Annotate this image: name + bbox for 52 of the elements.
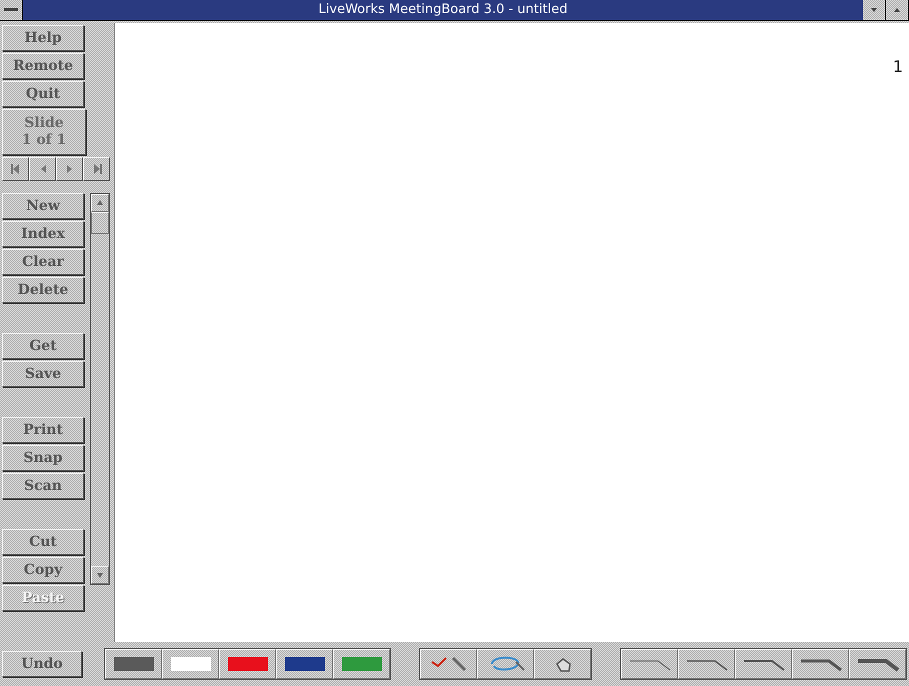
maximize-button[interactable]: [886, 0, 909, 20]
line-width-icon: [856, 656, 900, 672]
scroll-thumb[interactable]: [91, 212, 109, 234]
left-arrow-icon: [10, 162, 22, 176]
toolbar-button[interactable]: Delete: [2, 277, 84, 303]
toolbar-button[interactable]: Print: [2, 417, 84, 443]
down-arrow-icon: [96, 571, 104, 579]
up-arrow-icon: [96, 199, 104, 207]
color-button[interactable]: [105, 649, 162, 679]
slide-label: Slide: [24, 115, 64, 132]
toolbar-button[interactable]: Scan: [2, 473, 84, 499]
toolbar-button[interactable]: Clear: [2, 249, 84, 275]
color-button[interactable]: [276, 649, 333, 679]
toolbar-button[interactable]: Remote: [2, 53, 84, 79]
window-title: LiveWorks MeetingBoard 3.0 - untitled: [318, 1, 568, 19]
scroll-down-button[interactable]: [91, 566, 109, 584]
undo-button[interactable]: Undo: [2, 651, 82, 677]
tool-button[interactable]: [534, 649, 591, 679]
whiteboard-canvas[interactable]: 1: [114, 23, 909, 642]
page-number: 1: [892, 57, 903, 76]
up-arrow-icon: [892, 6, 902, 14]
scrollbar[interactable]: [90, 193, 110, 585]
minimize-button[interactable]: [863, 0, 886, 20]
slide-nav-button[interactable]: [56, 157, 83, 181]
toolbar-button[interactable]: Help: [2, 25, 84, 51]
slide-position: 1 of 1: [22, 132, 66, 149]
color-button[interactable]: [162, 649, 219, 679]
pen-icon: [428, 654, 468, 674]
toolbar-button[interactable]: Cut: [2, 529, 84, 555]
line-width-button[interactable]: [678, 649, 735, 679]
tool-button[interactable]: [477, 649, 534, 679]
tool-button[interactable]: [420, 649, 477, 679]
toolbar-button[interactable]: Quit: [2, 81, 84, 107]
line-width-button[interactable]: [735, 649, 792, 679]
toolbar-button[interactable]: Snap: [2, 445, 84, 471]
slide-nav-button[interactable]: [2, 157, 29, 181]
line-width-button[interactable]: [849, 649, 906, 679]
slide-nav-button[interactable]: [83, 157, 110, 181]
toolbar-button[interactable]: New: [2, 193, 84, 219]
line-width-button[interactable]: [621, 649, 678, 679]
down-arrow-icon: [869, 6, 879, 14]
scroll-up-button[interactable]: [91, 194, 109, 212]
toolbar-button[interactable]: Get: [2, 333, 84, 359]
color-button[interactable]: [333, 649, 390, 679]
system-menu-button[interactable]: [0, 0, 23, 20]
dash-icon: [4, 8, 18, 12]
toolbar-button[interactable]: Save: [2, 361, 84, 387]
toolbar-button[interactable]: Index: [2, 221, 84, 247]
slide-nav-button[interactable]: [29, 157, 56, 181]
line-width-button[interactable]: [792, 649, 849, 679]
color-button[interactable]: [219, 649, 276, 679]
toolbar-button[interactable]: Copy: [2, 557, 84, 583]
